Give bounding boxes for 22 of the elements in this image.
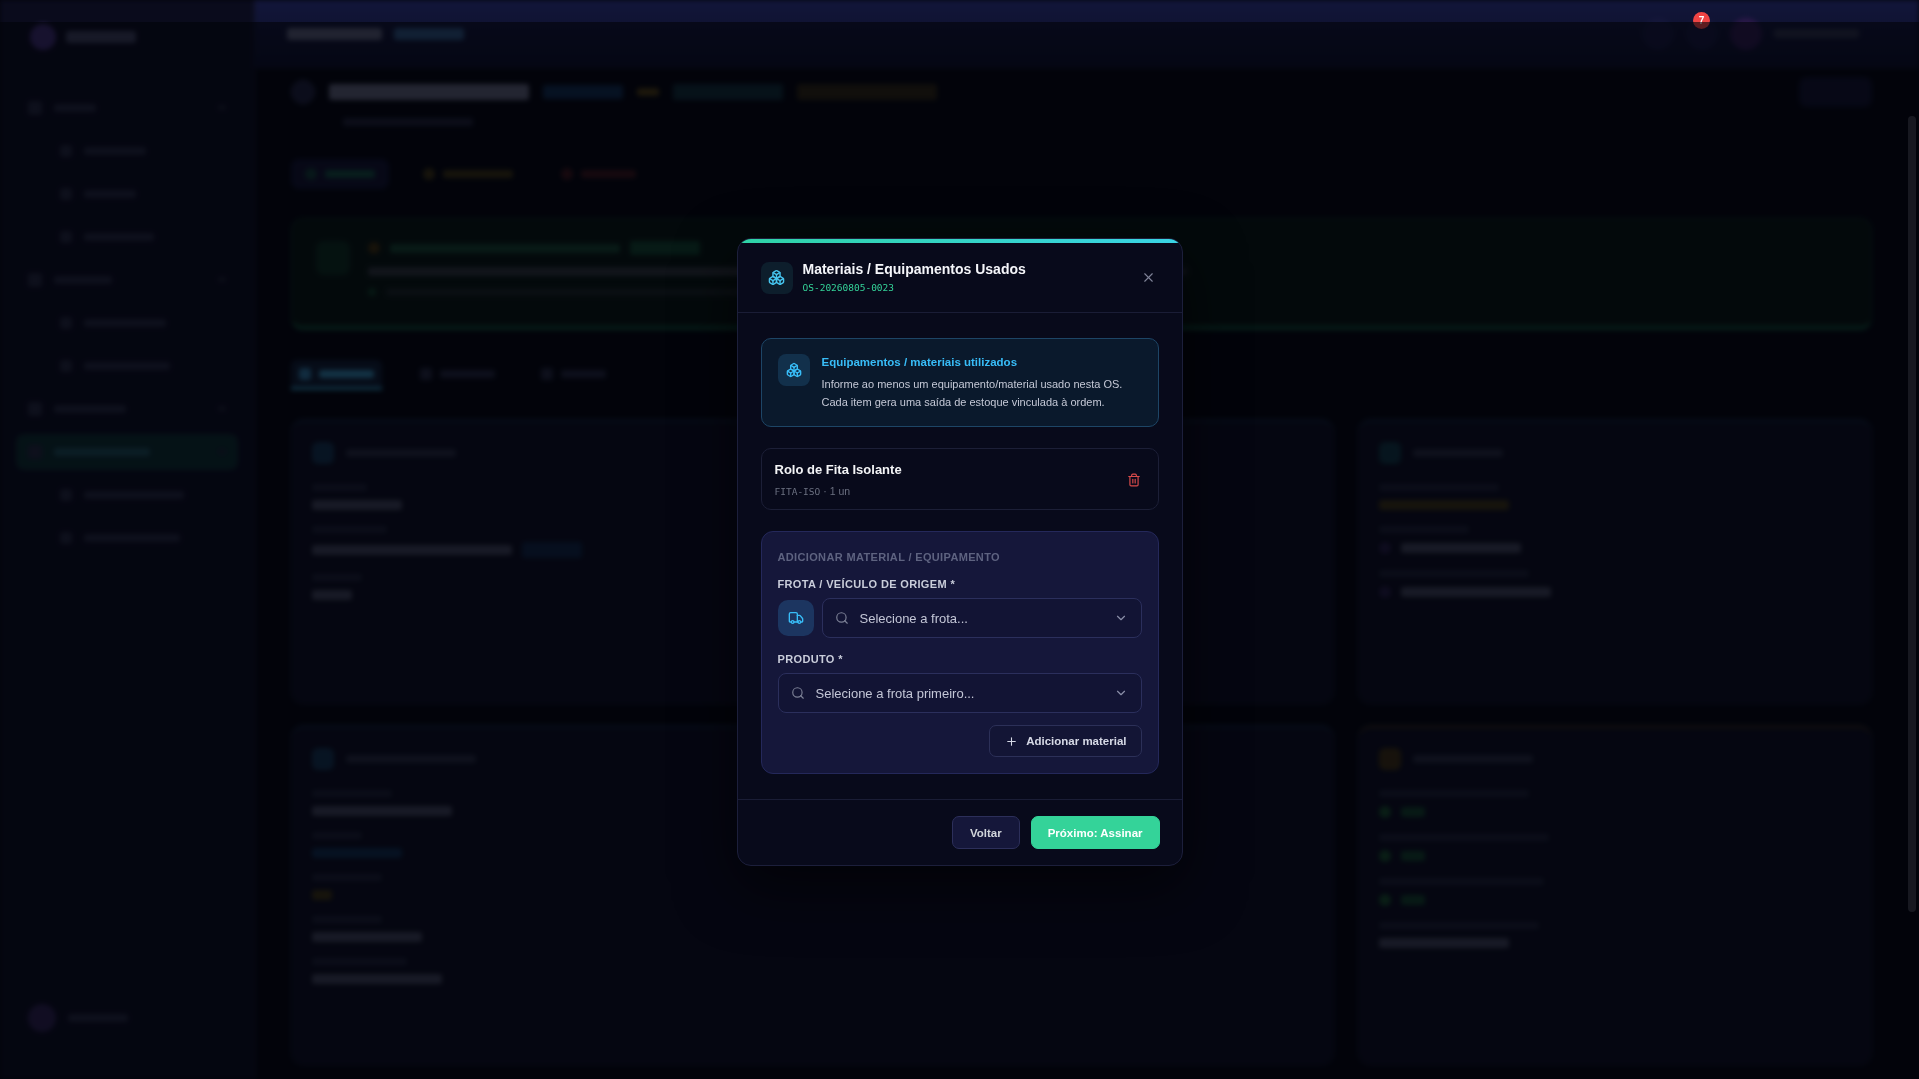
- info-text: Informe ao menos um equipamento/material usado nesta OS. Cada item gera uma saída de estoque vinculada à ordem.: [821, 377, 1123, 410]
- field-label: PRODUTO *: [777, 652, 844, 666]
- blurred-tab[interactable]: [291, 360, 382, 390]
- material-name: Rolo de Fita Isolante: [774, 461, 902, 479]
- info-title: Equipamentos / materiais utilizados: [821, 355, 1019, 370]
- boxes-icon: [777, 354, 810, 386]
- section-title: ADICIONAR MATERIAL / EQUIPAMENTO: [777, 550, 1001, 564]
- fleet-select-field[interactable]: Selecione a frota...: [821, 598, 1142, 638]
- truck-icon: [777, 600, 814, 636]
- blurred-action-button[interactable]: [291, 159, 389, 189]
- order-code: OS-20260805-0023: [802, 281, 895, 294]
- add-material-button[interactable]: Adicionar material: [989, 725, 1142, 757]
- product-select-field[interactable]: Selecione a frota primeiro...: [777, 673, 1142, 713]
- material-details: FITA-ISO · 1 un: [774, 484, 852, 499]
- blurred-user-name: [394, 27, 464, 40]
- search-icon: [834, 611, 849, 625]
- boxes-icon: [760, 261, 793, 294]
- field-label: FROTA / VEÍCULO DE ORIGEM *: [777, 577, 956, 591]
- back-button[interactable]: Voltar: [951, 816, 1020, 849]
- plus-icon: [1005, 734, 1019, 748]
- dialog-title: Materiais / Equipamentos Usados: [802, 261, 1027, 278]
- search-icon: [790, 686, 805, 700]
